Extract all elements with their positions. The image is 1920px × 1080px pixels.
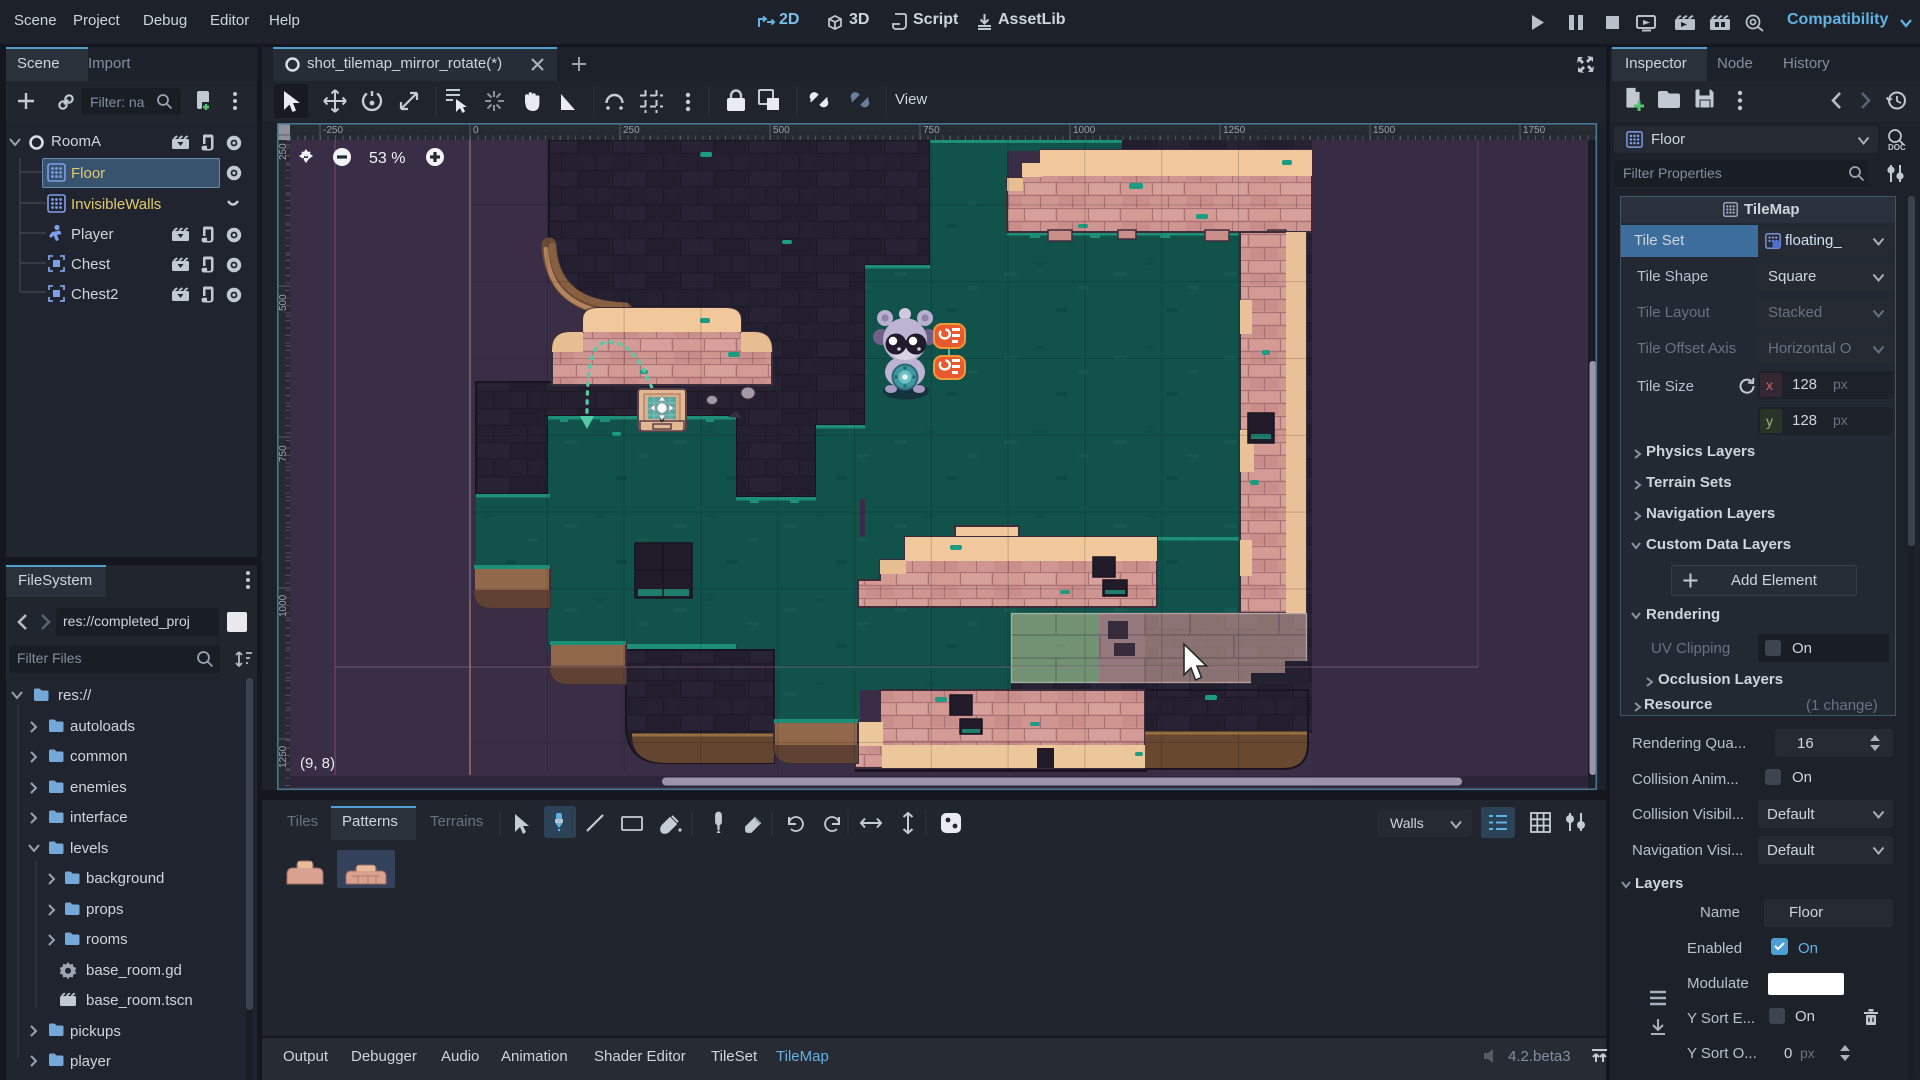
svg-text:1000: 1000 xyxy=(278,594,289,617)
svg-text:1250: 1250 xyxy=(1223,125,1246,136)
svg-text:500: 500 xyxy=(278,294,289,311)
svg-text:750: 750 xyxy=(278,445,289,462)
svg-text:1000: 1000 xyxy=(1073,125,1096,136)
svg-text:DOC: DOC xyxy=(1888,143,1906,152)
svg-text:500: 500 xyxy=(773,125,790,136)
svg-text:750: 750 xyxy=(923,125,940,136)
svg-text:1250: 1250 xyxy=(278,745,289,768)
svg-text:53 %: 53 % xyxy=(369,150,405,167)
svg-text:250: 250 xyxy=(278,143,289,160)
svg-text:-250: -250 xyxy=(323,125,343,136)
svg-text:(9, 8): (9, 8) xyxy=(300,755,335,772)
svg-text:0: 0 xyxy=(473,125,479,136)
svg-text:1750: 1750 xyxy=(1523,125,1546,136)
svg-text:250: 250 xyxy=(623,125,640,136)
svg-text:1500: 1500 xyxy=(1373,125,1396,136)
